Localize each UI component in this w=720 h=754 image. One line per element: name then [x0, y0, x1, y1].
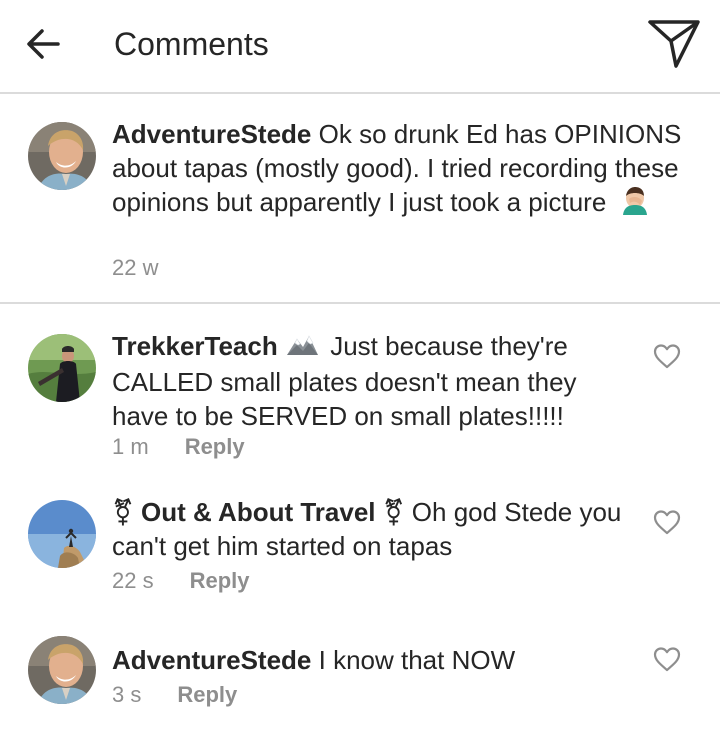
transgender-symbol-icon: ⚧: [112, 497, 134, 527]
caption-username[interactable]: AdventureStede: [112, 119, 311, 149]
comment-meta: 1 m Reply: [112, 433, 245, 461]
comment-meta: 3 s Reply: [112, 681, 237, 709]
caption-timestamp: 22 w: [112, 255, 159, 280]
share-button[interactable]: [644, 16, 704, 70]
reply-button[interactable]: Reply: [177, 682, 237, 707]
comment-timestamp: 22 s: [112, 568, 154, 593]
comment-meta: 22 s Reply: [112, 567, 250, 595]
comment-username[interactable]: ⚧ Out & About Travel ⚧: [112, 497, 405, 527]
comment-text: AdventureStede I know that NOW: [112, 643, 632, 677]
comment-timestamp: 1 m: [112, 434, 149, 459]
like-button[interactable]: [652, 342, 682, 370]
comment-body: I know that NOW: [318, 645, 516, 675]
heart-icon: [653, 344, 681, 369]
comment-username[interactable]: TrekkerTeach: [112, 331, 278, 361]
page-title: Comments: [114, 26, 269, 62]
comment-username[interactable]: AdventureStede: [112, 645, 311, 675]
face-palm-emoji-icon: [620, 187, 650, 223]
mountain-emoji-icon: [285, 331, 319, 365]
back-arrow-icon: [27, 29, 60, 59]
avatar[interactable]: [28, 122, 96, 190]
comment-timestamp: 3 s: [112, 682, 142, 707]
like-button[interactable]: [652, 645, 682, 673]
reply-button[interactable]: Reply: [190, 568, 250, 593]
transgender-symbol-icon: ⚧: [382, 497, 405, 527]
paper-plane-icon: [648, 20, 700, 68]
reply-button[interactable]: Reply: [185, 434, 245, 459]
header-bar: Comments: [0, 0, 720, 92]
avatar[interactable]: [28, 636, 96, 704]
comment-text: TrekkerTeach Just because they're CALLED…: [112, 329, 632, 433]
back-button[interactable]: [22, 22, 66, 66]
like-button[interactable]: [652, 508, 682, 536]
caption-text: AdventureStede Ok so drunk Ed has OPINIO…: [112, 117, 702, 223]
avatar[interactable]: [28, 334, 96, 402]
comment-text: ⚧ Out & About Travel ⚧ Oh god Stede you …: [112, 495, 632, 563]
heart-icon: [653, 647, 681, 672]
heart-icon: [653, 510, 681, 535]
caption-divider: [0, 302, 720, 304]
header-divider: [0, 92, 720, 94]
avatar[interactable]: [28, 500, 96, 568]
